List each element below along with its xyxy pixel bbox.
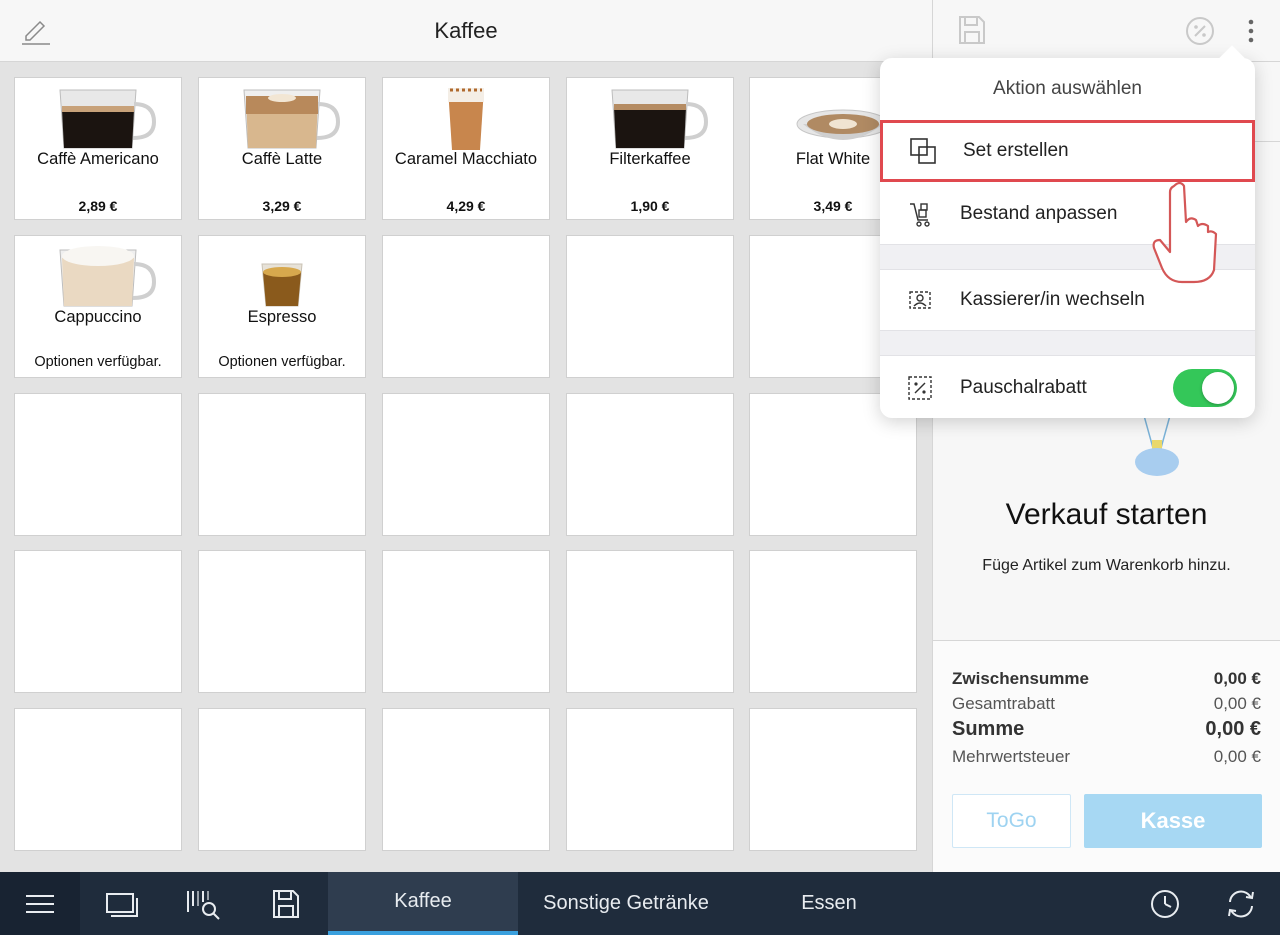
product-name: Espresso <box>247 308 317 326</box>
product-tile-caffe-latte[interactable]: Caffè Latte 3,29 € <box>198 77 366 220</box>
product-tile-cappuccino[interactable]: Cappuccino Optionen verfügbar. <box>14 235 182 378</box>
flat-discount-toggle[interactable] <box>1173 369 1237 407</box>
product-options-note: Optionen verfügbar. <box>218 354 346 370</box>
menu-item-label: Set erstellen <box>963 140 1069 161</box>
product-name: Filterkaffee <box>609 150 691 168</box>
empty-tile[interactable] <box>566 235 734 378</box>
menu-item-create-set[interactable]: Set erstellen <box>880 120 1255 182</box>
product-options-note: Optionen verfügbar. <box>34 354 162 370</box>
bottom-navigation: Kaffee Sonstige Getränke Essen <box>0 872 1280 935</box>
product-price: 1,90 € <box>630 198 670 214</box>
balloon-illustration-icon <box>1133 411 1181 481</box>
product-header: Kaffee <box>0 0 932 62</box>
sum-label: Summe <box>952 718 1025 740</box>
subtotal-label: Zwischensumme <box>952 669 1089 688</box>
clock-icon[interactable] <box>1130 872 1200 935</box>
menu-item-label: Kassierer/in wechseln <box>960 289 1145 310</box>
empty-tile[interactable] <box>382 550 550 693</box>
empty-tile[interactable] <box>198 708 366 851</box>
tab-sonstige-getraenke[interactable]: Sonstige Getränke <box>520 872 732 935</box>
toggle-knob <box>1202 372 1234 404</box>
product-tile-caramel-macchiato[interactable]: Caramel Macchiato 4,29 € <box>382 77 550 220</box>
sync-refresh-icon[interactable] <box>1206 872 1276 935</box>
empty-cart-title: Verkauf starten <box>1005 498 1208 531</box>
layout-view-icon[interactable] <box>82 872 162 935</box>
subtotal-value: 0,00 € <box>1213 669 1261 688</box>
togo-button[interactable]: ToGo <box>952 794 1071 848</box>
flat-discount-icon <box>880 374 960 402</box>
more-vertical-icon[interactable] <box>1243 14 1259 51</box>
discount-row: Gesamtrabatt 0,00 € <box>952 694 1261 714</box>
menu-item-flat-discount[interactable]: Pauschalrabatt <box>880 358 1255 418</box>
product-tile-filterkaffee[interactable]: Filterkaffee 1,90 € <box>566 77 734 220</box>
sum-value: 0,00 € <box>1205 718 1261 740</box>
product-tile-espresso[interactable]: Espresso Optionen verfügbar. <box>198 235 366 378</box>
vat-row: Mehrwertsteuer 0,00 € <box>952 747 1261 767</box>
discount-value: 0,00 € <box>1213 694 1261 713</box>
empty-tile[interactable] <box>14 550 182 693</box>
discount-percent-icon[interactable] <box>1185 16 1215 51</box>
checkout-button[interactable]: Kasse <box>1084 794 1262 848</box>
menu-separator <box>880 330 1255 356</box>
empty-tile[interactable] <box>749 708 917 851</box>
empty-tile[interactable] <box>382 235 550 378</box>
save-icon[interactable] <box>957 14 987 51</box>
product-price: 3,29 € <box>262 198 302 214</box>
category-title: Kaffee <box>434 18 498 43</box>
empty-tile[interactable] <box>566 708 734 851</box>
product-tile-caffe-americano[interactable]: Caffè Americano 2,89 € <box>14 77 182 220</box>
barcode-search-icon[interactable] <box>164 872 244 935</box>
empty-tile[interactable] <box>14 393 182 536</box>
sum-row: Summe 0,00 € <box>952 718 1261 741</box>
product-name: Caffè Latte <box>241 150 323 168</box>
empty-tile[interactable] <box>382 708 550 851</box>
action-menu-title: Aktion auswählen <box>993 78 1142 99</box>
discount-label: Gesamtrabatt <box>952 694 1055 713</box>
product-name: Cappuccino <box>54 308 142 326</box>
tab-essen[interactable]: Essen <box>734 872 924 935</box>
menu-item-label: Bestand anpassen <box>960 203 1118 224</box>
vat-value: 0,00 € <box>1213 747 1261 766</box>
pointing-hand-icon <box>1150 178 1220 291</box>
empty-tile[interactable] <box>198 393 366 536</box>
empty-tile[interactable] <box>566 393 734 536</box>
product-price: 4,29 € <box>446 198 486 214</box>
saved-orders-icon[interactable] <box>246 872 326 935</box>
set-icon <box>883 137 963 165</box>
subtotal-row: Zwischensumme 0,00 € <box>952 669 1261 689</box>
empty-cart-subtitle: Füge Artikel zum Warenkorb hinzu. <box>982 557 1231 574</box>
empty-tile[interactable] <box>382 393 550 536</box>
tab-kaffee[interactable]: Kaffee <box>328 872 518 935</box>
product-grid: Caffè Americano 2,89 € Caffè Latte 3,29 … <box>0 63 932 872</box>
vat-label: Mehrwertsteuer <box>952 747 1071 766</box>
empty-tile[interactable] <box>198 550 366 693</box>
empty-tile[interactable] <box>566 550 734 693</box>
stock-icon <box>880 200 960 228</box>
product-price: 2,89 € <box>78 198 118 214</box>
hamburger-menu-icon[interactable] <box>0 872 80 935</box>
empty-tile[interactable] <box>14 708 182 851</box>
product-name: Caramel Macchiato <box>394 150 538 168</box>
menu-item-label: Pauschalrabatt <box>960 377 1087 398</box>
totals-section: Zwischensumme 0,00 € Gesamtrabatt 0,00 €… <box>933 640 1280 872</box>
empty-tile[interactable] <box>749 550 917 693</box>
cashier-switch-icon <box>880 286 960 314</box>
product-name: Caffè Americano <box>37 150 159 168</box>
